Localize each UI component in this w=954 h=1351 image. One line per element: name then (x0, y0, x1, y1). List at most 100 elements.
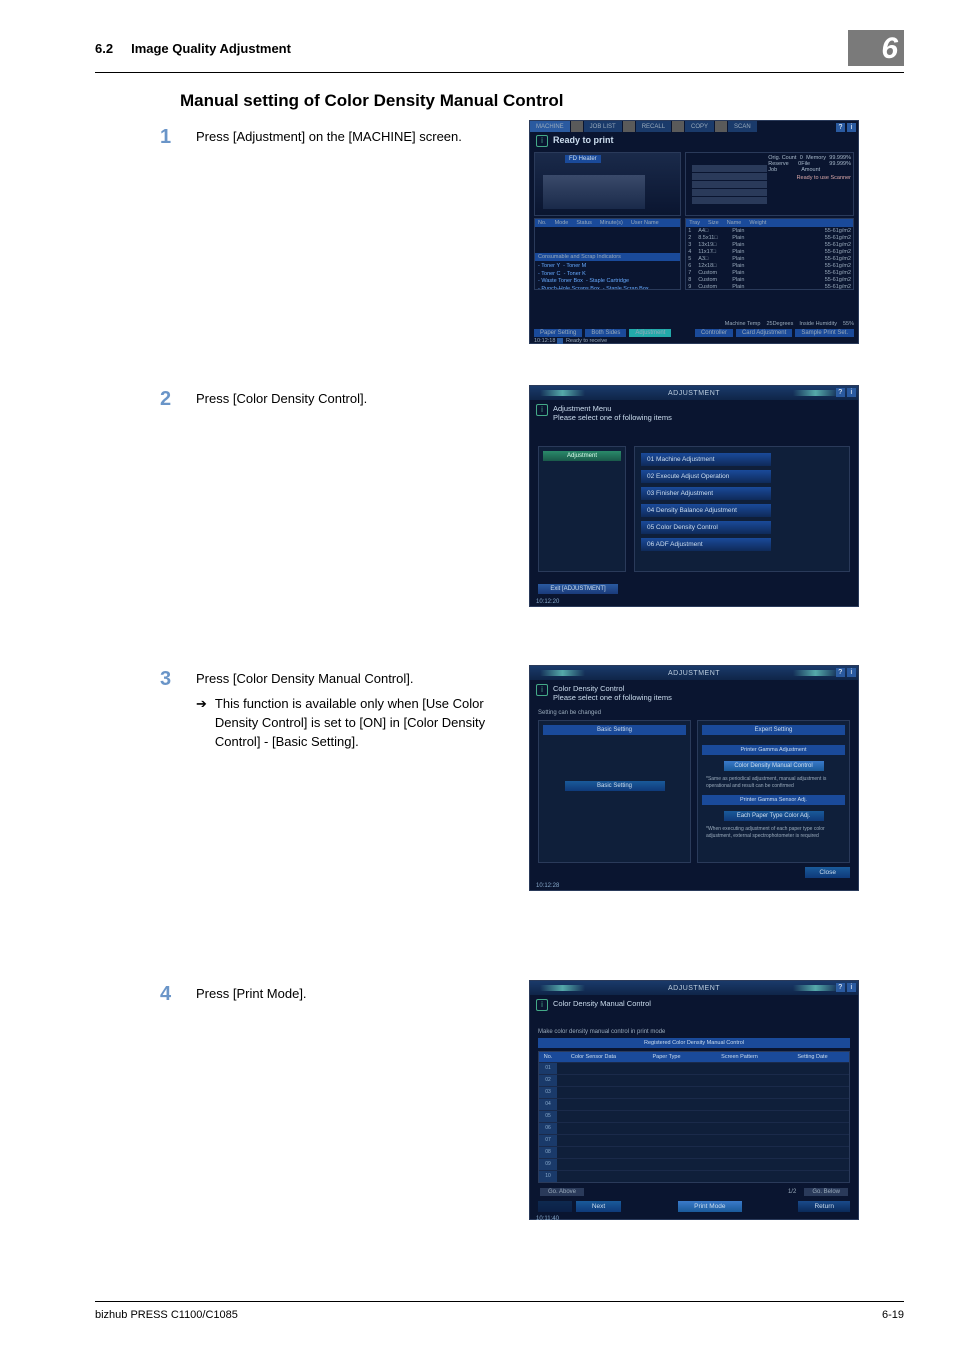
table-note: Make color density manual control in pri… (530, 1015, 858, 1038)
info-icon[interactable]: i (847, 123, 856, 132)
adjustment-menu-item[interactable]: 01 Machine Adjustment (641, 453, 771, 466)
help-icon[interactable]: ? (836, 668, 845, 677)
step-3: 3 Press [Color Density Manual Control]. … (160, 668, 504, 751)
color-density-control-screen: ADJUSTMENT ?i i Color Density Control Pl… (529, 665, 859, 891)
next-button[interactable]: Next (576, 1201, 621, 1212)
tab-recall[interactable]: RECALL (636, 121, 671, 132)
adjustment-button[interactable]: Adjustment (629, 329, 671, 337)
table-row[interactable]: 05 (539, 1110, 849, 1122)
each-paper-type-button[interactable]: Each Paper Type Color Adj. (724, 811, 824, 821)
tab-scan[interactable]: SCAN (728, 121, 757, 132)
info-icon[interactable]: i (847, 668, 856, 677)
step-number: 2 (160, 388, 196, 409)
help-icon[interactable]: ? (836, 983, 845, 992)
table-row[interactable]: 01 (539, 1062, 849, 1074)
paper-setting-button[interactable]: Paper Setting (534, 329, 582, 337)
step-number: 4 (160, 983, 196, 1004)
page-footer: bizhub PRESS C1100/C1085 6-19 (95, 1301, 904, 1321)
status-info-icon: i (536, 404, 548, 416)
status-info-icon: i (536, 999, 548, 1011)
job-list: No. Mode Status Minute(s) User Name Cons… (534, 218, 681, 290)
close-button[interactable]: Close (805, 867, 850, 878)
tab-joblist[interactable]: JOB LIST (584, 121, 622, 132)
exit-adjustment-button[interactable]: Exit [ADJUSTMENT] (538, 584, 618, 594)
screen-title-bar: ADJUSTMENT ?i (530, 386, 858, 400)
step-text: Press [Color Density Manual Control]. (196, 670, 504, 689)
tab-bar: MACHINE JOB LIST RECALL COPY SCAN ?i (530, 121, 858, 132)
step-4: 4 Press [Print Mode]. (160, 983, 504, 1004)
timestamp: 10:12:20 (530, 598, 858, 606)
screen-title-bar: ADJUSTMENT ?i (530, 981, 858, 995)
tab-machine[interactable]: MACHINE (530, 121, 570, 132)
printer-graphic (543, 175, 645, 209)
adjustment-menu-list: 01 Machine Adjustment 02 Execute Adjust O… (634, 446, 850, 572)
registered-table: No. Color Sensor Data Paper Type Screen … (538, 1051, 850, 1183)
table-row[interactable]: 07 (539, 1134, 849, 1146)
adjustment-menu-item[interactable]: 03 Finisher Adjustment (641, 487, 771, 500)
screen-title-bar: ADJUSTMENT ?i (530, 666, 858, 680)
footer-model: bizhub PRESS C1100/C1085 (95, 1309, 238, 1321)
section-number: 6.2 (95, 41, 113, 56)
table-row[interactable]: 02 (539, 1074, 849, 1086)
tab-spacer (715, 121, 727, 132)
color-density-manual-button[interactable]: Color Density Manual Control (724, 761, 824, 771)
info-panel: Orig. Count0Memory99.999% Reserve Job0Fi… (685, 152, 854, 216)
printer-preview: FD Heater (534, 152, 681, 216)
tray-list: Tray Size Name Weight 1A4□Plain55-61g/m2… (685, 218, 854, 290)
adjustment-menu-item[interactable]: 04 Density Balance Adjustment (641, 504, 771, 517)
step-note: This function is available only when [Us… (215, 695, 504, 752)
section-title: Image Quality Adjustment (131, 41, 291, 56)
tab-spacer (623, 121, 635, 132)
status-info-icon: i (536, 135, 548, 147)
step-1: 1 Press [Adjustment] on the [MACHINE] sc… (160, 126, 504, 147)
adjustment-side-button[interactable]: Adjustment (543, 451, 621, 461)
status-dot-icon (557, 338, 563, 344)
table-row[interactable]: 04 (539, 1098, 849, 1110)
card-adj-button[interactable]: Card Adjustment (736, 329, 792, 337)
adjustment-menu-screen: ADJUSTMENT ?i i Adjustment Menu Please s… (529, 385, 859, 607)
tab-copy[interactable]: COPY (685, 121, 714, 132)
controller-button[interactable]: Controller (695, 329, 733, 337)
help-icon[interactable]: ? (836, 123, 845, 132)
timestamp: 10:12:28 (530, 882, 858, 890)
info-icon[interactable]: i (847, 983, 856, 992)
page-title: Manual setting of Color Density Manual C… (180, 91, 904, 111)
step-text: Press [Adjustment] on the [MACHINE] scre… (196, 126, 504, 147)
manual-control-table-screen: ADJUSTMENT ?i i Color Density Manual Con… (529, 980, 859, 1220)
table-title: Registered Color Density Manual Control (538, 1038, 850, 1048)
expert-setting-column: Expert Setting Printer Gamma Adjustment … (697, 720, 850, 863)
return-button[interactable]: Return (798, 1201, 850, 1212)
step-number: 1 (160, 126, 196, 147)
heater-button[interactable]: FD Heater (565, 155, 601, 163)
step-text: Press [Print Mode]. (196, 983, 504, 1004)
prev-button[interactable] (538, 1201, 572, 1212)
arrow-icon: ➔ (196, 695, 207, 713)
adjustment-menu-item[interactable]: 02 Execute Adjust Operation (641, 470, 771, 483)
step-2: 2 Press [Color Density Control]. (160, 388, 504, 409)
table-row[interactable]: 08 (539, 1146, 849, 1158)
adjustment-menu-item[interactable]: 06 ADF Adjustment (641, 538, 771, 551)
page-indicator: 1/2 (788, 1189, 796, 1195)
footer-page-number: 6-19 (882, 1309, 904, 1321)
setting-note: Setting can be changed (530, 706, 858, 716)
adjustment-menu-item[interactable]: 05 Color Density Control (641, 521, 771, 534)
both-sides-button[interactable]: Both Sides (585, 329, 626, 337)
basic-setting-column: Basic Setting Basic Setting (538, 720, 691, 863)
basic-setting-button[interactable]: Basic Setting (565, 781, 665, 791)
timestamp: 10:11:40 (530, 1215, 858, 1223)
table-row[interactable]: 06 (539, 1122, 849, 1134)
print-mode-button[interactable]: Print Mode (678, 1201, 741, 1212)
step-text: Press [Color Density Control]. (196, 388, 504, 409)
table-row[interactable]: 09 (539, 1158, 849, 1170)
sample-print-button[interactable]: Sample Print Set. (795, 329, 854, 337)
chapter-badge: 6 (848, 30, 904, 66)
info-icon[interactable]: i (847, 388, 856, 397)
table-row[interactable]: 03 (539, 1086, 849, 1098)
machine-screen: MACHINE JOB LIST RECALL COPY SCAN ?i i R… (529, 120, 859, 344)
table-row[interactable]: 10 (539, 1170, 849, 1182)
page-up-button[interactable]: Go. Above (540, 1188, 584, 1196)
help-icon[interactable]: ? (836, 388, 845, 397)
page-down-button[interactable]: Go. Below (804, 1188, 848, 1196)
ready-status: Ready to print (553, 135, 614, 145)
status-info-icon: i (536, 684, 548, 696)
